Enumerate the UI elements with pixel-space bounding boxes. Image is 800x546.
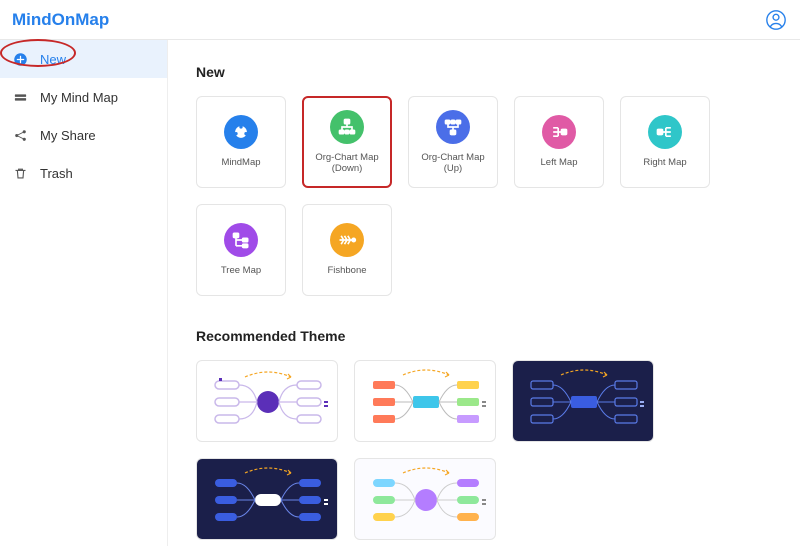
card-label: Fishbone bbox=[323, 265, 370, 276]
card-label: Org-Chart Map (Down) bbox=[304, 152, 390, 175]
card-label: Tree Map bbox=[217, 265, 265, 276]
treemap-icon bbox=[224, 223, 258, 257]
orgdown-icon bbox=[330, 110, 364, 144]
theme-purple-light[interactable] bbox=[196, 360, 338, 442]
sidebar-item-trash[interactable]: Trash bbox=[0, 154, 167, 192]
theme-cards bbox=[196, 360, 772, 540]
sidebar-item-label: My Mind Map bbox=[40, 90, 118, 105]
trash-icon bbox=[12, 165, 28, 181]
card-label: Left Map bbox=[537, 157, 582, 168]
fishbone-icon bbox=[330, 223, 364, 257]
avatar-icon[interactable] bbox=[764, 8, 788, 32]
card-mindmap[interactable]: MindMap bbox=[196, 96, 286, 188]
theme-navy-blue[interactable] bbox=[512, 360, 654, 442]
header: MindOnMap bbox=[0, 0, 800, 40]
theme-rainbow[interactable] bbox=[354, 360, 496, 442]
card-orgup[interactable]: Org-Chart Map (Up) bbox=[408, 96, 498, 188]
mindmap-icon bbox=[224, 115, 258, 149]
share-icon bbox=[12, 127, 28, 143]
sidebar-item-myshare[interactable]: My Share bbox=[0, 116, 167, 154]
card-label: Org-Chart Map (Up) bbox=[409, 152, 497, 175]
card-label: MindMap bbox=[217, 157, 264, 168]
orgup-icon bbox=[436, 110, 470, 144]
sidebar: New My Mind Map My Share Trash bbox=[0, 40, 168, 546]
theme-navy-white[interactable] bbox=[196, 458, 338, 540]
folder-icon bbox=[12, 89, 28, 105]
card-orgdown[interactable]: Org-Chart Map (Down) bbox=[302, 96, 392, 188]
logo: MindOnMap bbox=[12, 10, 109, 30]
sidebar-item-mymindmap[interactable]: My Mind Map bbox=[0, 78, 167, 116]
template-cards: MindMap Org-Chart Map (Down) Org-Chart M… bbox=[196, 96, 772, 296]
rightmap-icon bbox=[648, 115, 682, 149]
sidebar-item-label: New bbox=[40, 52, 66, 67]
card-fishbone[interactable]: Fishbone bbox=[302, 204, 392, 296]
theme-pastel[interactable] bbox=[354, 458, 496, 540]
card-label: Right Map bbox=[639, 157, 690, 168]
plus-circle-icon bbox=[12, 51, 28, 67]
leftmap-icon bbox=[542, 115, 576, 149]
section-title-themes: Recommended Theme bbox=[196, 328, 772, 344]
sidebar-item-label: My Share bbox=[40, 128, 96, 143]
card-treemap[interactable]: Tree Map bbox=[196, 204, 286, 296]
sidebar-item-new[interactable]: New bbox=[0, 40, 167, 78]
card-leftmap[interactable]: Left Map bbox=[514, 96, 604, 188]
section-title-new: New bbox=[196, 64, 772, 80]
main-content: New MindMap Org-Chart Map (Down) Org-Cha… bbox=[168, 40, 800, 546]
card-rightmap[interactable]: Right Map bbox=[620, 96, 710, 188]
sidebar-item-label: Trash bbox=[40, 166, 73, 181]
